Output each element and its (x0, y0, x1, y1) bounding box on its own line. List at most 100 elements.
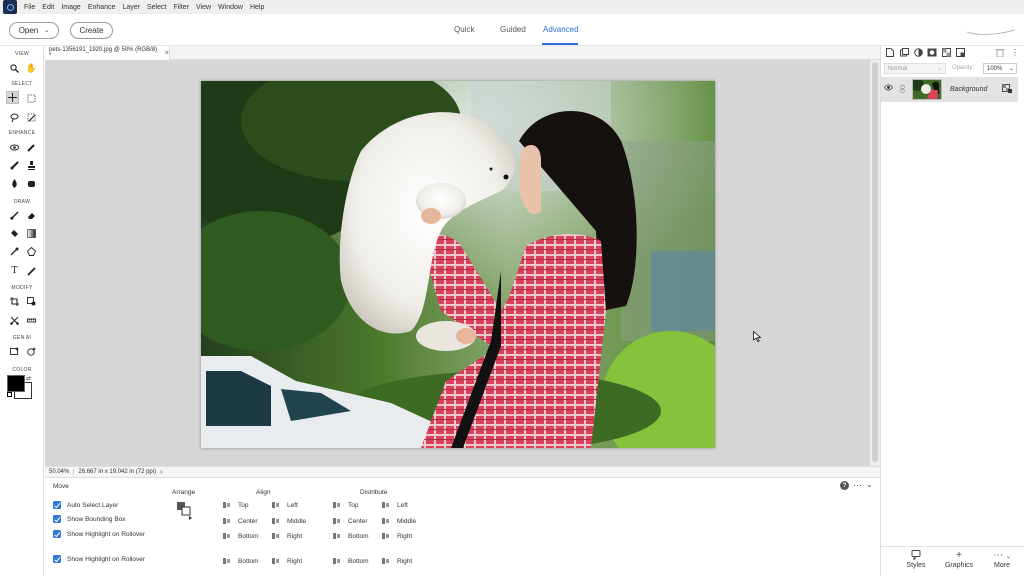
show-bounding-box-checkbox[interactable]: Show Bounding Box (53, 515, 126, 523)
opacity-select[interactable]: 100% ⌄ (983, 63, 1017, 74)
menu-filter[interactable]: Filter (173, 4, 189, 11)
menu-file[interactable]: File (24, 4, 35, 11)
gradient-tool[interactable] (25, 227, 38, 240)
graphics-button[interactable]: + Graphics (939, 550, 979, 569)
distribute-bottom-button-2[interactable]: Bottom (332, 557, 369, 565)
checkbox-checked-icon (53, 555, 61, 563)
show-highlight-rollover-checkbox[interactable]: Show Highlight on Rollover (53, 530, 145, 538)
menu-help[interactable]: Help (250, 4, 264, 11)
blend-mode-select[interactable]: Normal ⌄ (884, 63, 946, 74)
layer-lock-icon[interactable] (1002, 84, 1012, 95)
align-center-icon (222, 517, 231, 525)
new-layer-icon[interactable] (885, 47, 895, 57)
menu-window[interactable]: Window (218, 4, 243, 11)
distribute-middle-button[interactable]: Middle (381, 517, 416, 525)
distribute-bottom-button[interactable]: Bottom (332, 532, 369, 540)
panel-menu-icon[interactable]: ⋮ (1010, 47, 1020, 57)
eyedropper-tool[interactable] (8, 245, 21, 258)
move-tool[interactable] (6, 91, 19, 104)
distribute-left-button[interactable]: Left (381, 501, 408, 509)
align-bottom-button[interactable]: Bottom (222, 532, 259, 540)
distribute-center-button[interactable]: Center (332, 517, 368, 525)
align-top-button[interactable]: Top (222, 501, 248, 509)
clone-stamp-tool[interactable] (25, 159, 38, 172)
generative-fill-tool[interactable] (8, 345, 21, 358)
chevron-down-icon: ⌄ (1008, 66, 1014, 72)
align-left-button[interactable]: Left (271, 501, 298, 509)
smart-brush-tool[interactable] (8, 159, 21, 172)
document-tab[interactable]: pets-1356191_1920.jpg @ 50% (RGB/8) * × (45, 46, 170, 60)
more-options-icon[interactable]: ⋯ (853, 480, 862, 491)
new-group-icon[interactable] (899, 47, 909, 57)
default-colors-icon[interactable] (7, 392, 12, 397)
create-button[interactable]: Create (70, 22, 113, 39)
chevron-down-icon[interactable]: ⌄ (866, 480, 873, 489)
layer-name[interactable]: Background (950, 86, 987, 93)
menu-view[interactable]: View (196, 4, 211, 11)
align-right-button[interactable]: Right (271, 532, 302, 540)
spot-healing-tool[interactable] (25, 141, 38, 154)
align-right-button-2[interactable]: Right (271, 557, 302, 565)
generative-move-tool[interactable] (25, 345, 38, 358)
arrange-icon[interactable] (176, 501, 194, 523)
align-bottom-button-2[interactable]: Bottom (222, 557, 259, 565)
styles-button[interactable]: Styles (896, 550, 936, 569)
chevron-right-icon[interactable]: › (160, 469, 162, 476)
menu-layer[interactable]: Layer (122, 4, 140, 11)
crop-tool[interactable] (8, 295, 21, 308)
adjustment-layer-icon[interactable] (913, 47, 923, 57)
app-icon[interactable] (3, 0, 17, 14)
tool-options-panel (45, 477, 880, 576)
align-center-button[interactable]: Center (222, 517, 258, 525)
align-middle-button[interactable]: Middle (271, 517, 306, 525)
zoom-tool[interactable] (8, 62, 21, 75)
distribute-right-button[interactable]: Right (381, 532, 412, 540)
tab-guided[interactable]: Guided (500, 25, 526, 34)
menu-image[interactable]: Image (61, 4, 80, 11)
recompose-tool[interactable] (25, 295, 38, 308)
sponge-tool[interactable] (25, 177, 38, 190)
open-button[interactable]: Open ⌄ (9, 22, 59, 39)
menu-edit[interactable]: Edit (42, 4, 54, 11)
quick-selection-tool[interactable] (25, 111, 38, 124)
show-highlight-rollover-checkbox-2[interactable]: Show Highlight on Rollover (53, 555, 145, 563)
tab-quick[interactable]: Quick (454, 25, 474, 34)
more-button[interactable]: ⋯ ⌄ More (982, 550, 1022, 569)
align-right-label-2: Right (287, 557, 303, 565)
content-aware-move-tool[interactable] (8, 314, 21, 327)
document-photo[interactable] (201, 81, 715, 448)
hand-tool[interactable]: ✋ (25, 62, 38, 75)
menu-enhance[interactable]: Enhance (88, 4, 116, 11)
brush-tool[interactable] (8, 209, 21, 222)
layer-mask-icon[interactable] (927, 47, 937, 57)
type-tool[interactable]: T (8, 265, 21, 278)
foreground-color-swatch[interactable] (7, 375, 25, 392)
red-eye-tool[interactable] (8, 141, 21, 154)
pencil-tool[interactable] (25, 265, 38, 278)
trash-icon[interactable] (995, 47, 1005, 57)
distribute-right-button-2[interactable]: Right (381, 557, 412, 565)
lock-transparency-icon[interactable] (941, 47, 951, 57)
lock-layer-icon[interactable] (955, 47, 965, 57)
eraser-tool[interactable] (25, 209, 38, 222)
zoom-level[interactable]: 50.04% (45, 469, 75, 475)
custom-shape-tool[interactable] (25, 245, 38, 258)
scrollbar-thumb[interactable] (872, 62, 878, 462)
paint-bucket-tool[interactable] (8, 227, 21, 240)
close-icon[interactable]: × (165, 50, 169, 57)
tab-advanced[interactable]: Advanced (543, 25, 579, 34)
link-icon[interactable] (900, 85, 905, 95)
help-icon[interactable]: ? (840, 481, 849, 490)
section-enhance: ENHANCE (8, 130, 36, 136)
straighten-tool[interactable] (25, 314, 38, 327)
menu-select[interactable]: Select (147, 4, 166, 11)
section-draw: DRAW (13, 199, 31, 205)
align-middle-icon (271, 517, 280, 525)
marquee-tool[interactable] (25, 92, 38, 105)
swap-colors-icon[interactable]: ⇄ (26, 375, 31, 382)
eye-icon[interactable] (884, 84, 893, 93)
blur-tool[interactable] (8, 177, 21, 190)
auto-select-layer-checkbox[interactable]: Auto Select Layer (53, 501, 118, 509)
distribute-top-button[interactable]: Top (332, 501, 358, 509)
lasso-tool[interactable] (8, 111, 21, 124)
